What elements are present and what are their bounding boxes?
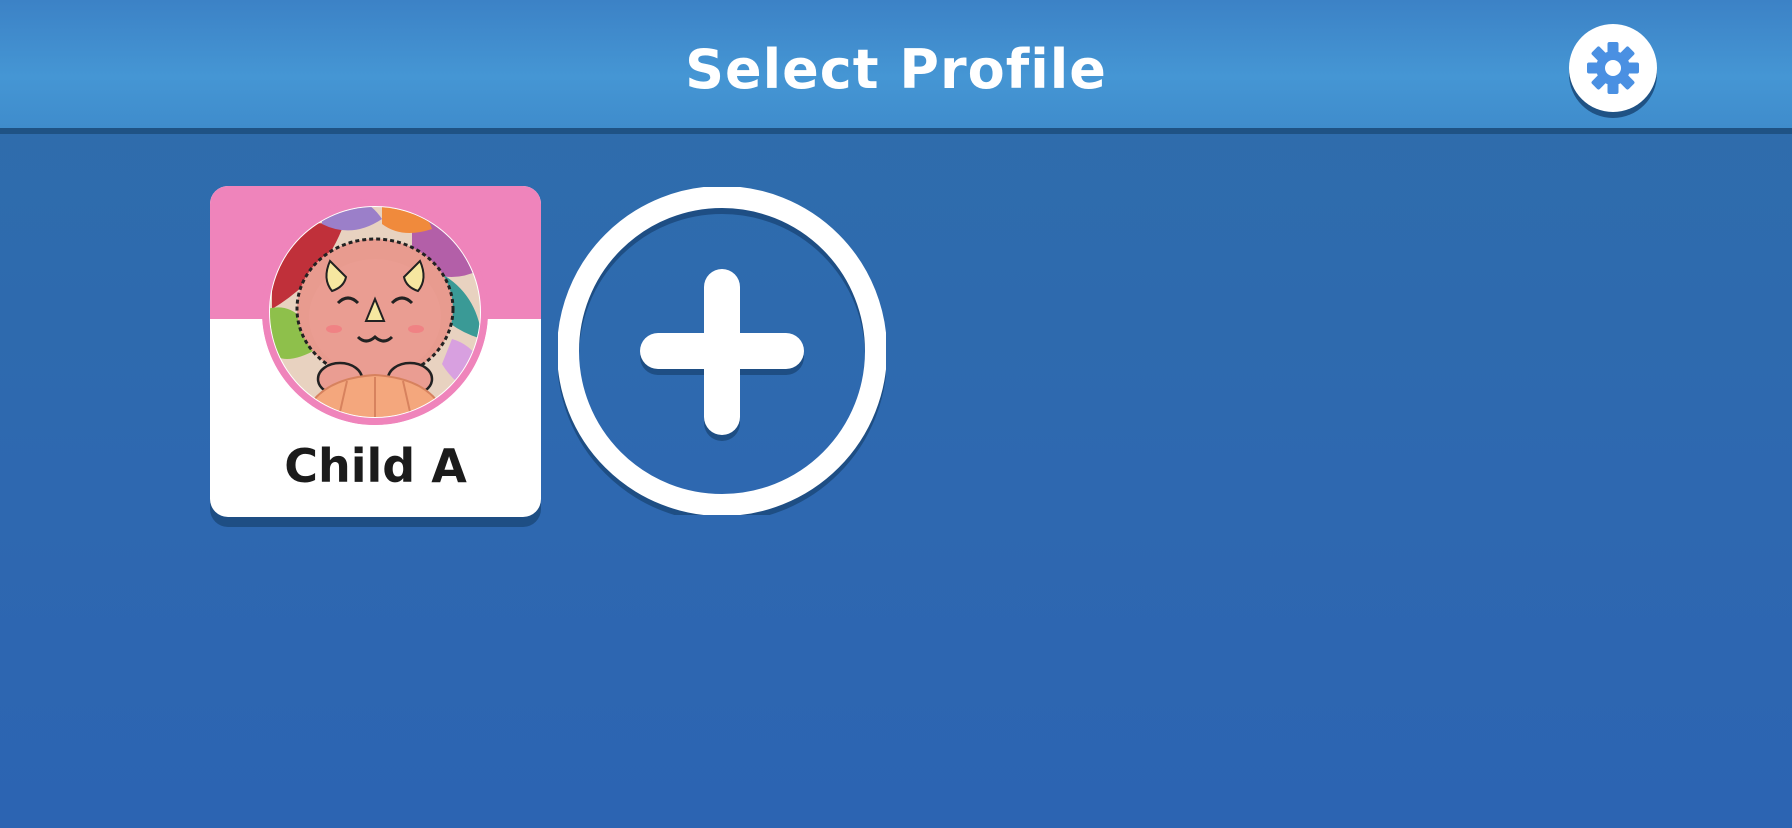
page-title: Select Profile xyxy=(685,38,1107,101)
header-bar: Select Profile xyxy=(0,0,1792,134)
dinosaur-avatar-icon xyxy=(262,199,488,425)
avatar xyxy=(262,199,488,425)
gear-icon xyxy=(1587,42,1639,94)
profile-card-child-a[interactable]: Child A xyxy=(210,186,541,517)
profile-name: Child A xyxy=(284,439,467,493)
plus-icon xyxy=(558,187,886,515)
settings-button[interactable] xyxy=(1569,24,1657,112)
add-profile-button[interactable] xyxy=(558,187,886,515)
